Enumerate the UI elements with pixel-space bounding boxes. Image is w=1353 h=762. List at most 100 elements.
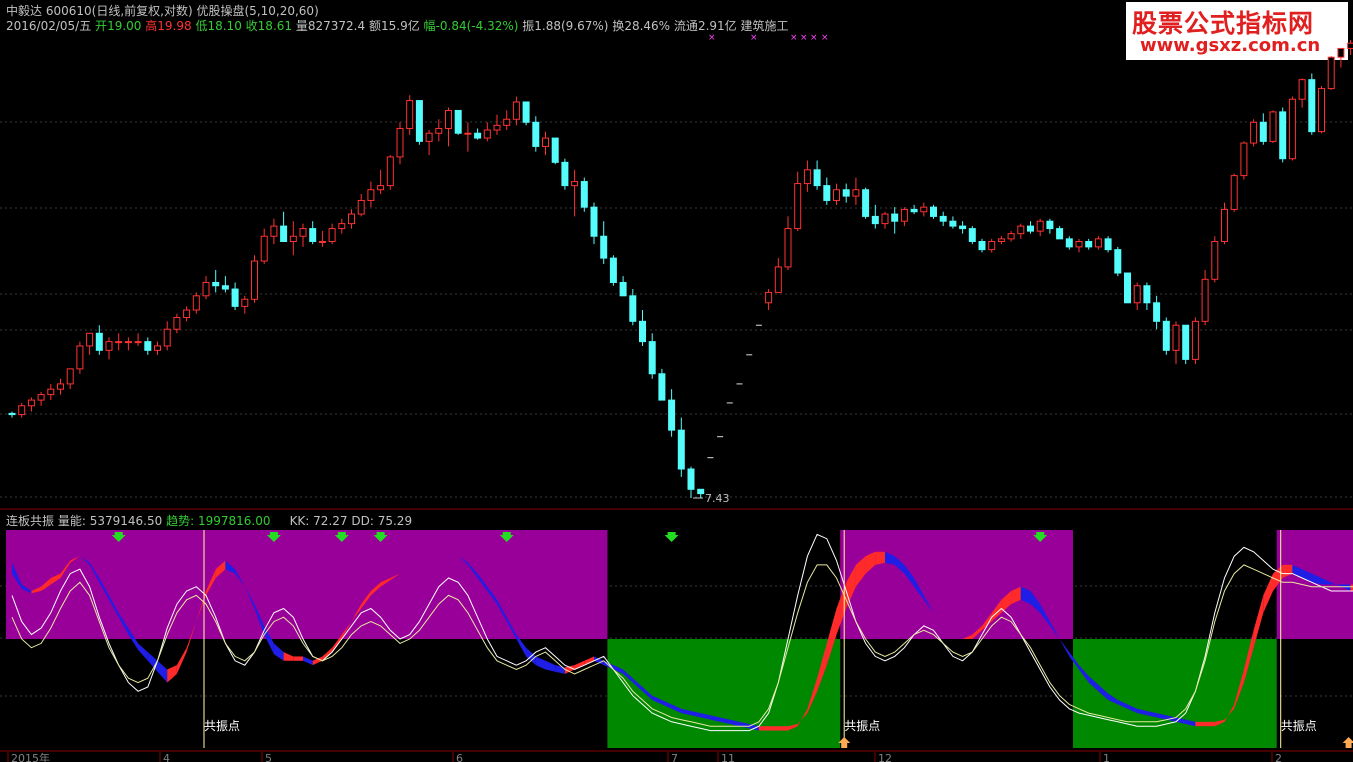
purple-marker: × (810, 33, 818, 43)
candle-down (639, 320, 646, 343)
candle-down (580, 181, 588, 208)
band-up (1195, 721, 1206, 727)
candle-down (949, 220, 957, 227)
purple-marker: × (708, 33, 716, 43)
candle-up (338, 223, 346, 230)
candle-up (1240, 142, 1248, 177)
zone-strong (840, 530, 1073, 639)
candle-down (930, 206, 937, 217)
candle-up (37, 394, 45, 401)
candle-up (765, 291, 773, 304)
candle-up (115, 341, 123, 344)
x-tick-label: 6 (456, 752, 463, 762)
candle-up (997, 238, 1005, 243)
candle-down (280, 225, 288, 243)
x-tick-label: 11 (721, 752, 735, 762)
candle-down (619, 281, 627, 297)
candlestick-series (8, 40, 1353, 498)
x-tick-label: 2015年 (11, 751, 50, 762)
resonance-label: 共振点 (844, 719, 880, 733)
candle-up (183, 309, 191, 318)
candle-up (270, 225, 278, 237)
band-up (1263, 573, 1273, 613)
candle-up (18, 405, 26, 416)
candle-up (1230, 175, 1238, 210)
candle-down (1056, 228, 1064, 240)
candle-up (1250, 121, 1258, 144)
candle-up (988, 241, 996, 251)
candle-up (1221, 208, 1228, 243)
band-up (564, 665, 575, 674)
candle-up (900, 208, 908, 222)
candle-down (8, 412, 16, 416)
zone-strong (6, 530, 608, 639)
candle-up (1211, 241, 1219, 280)
candle-down (668, 399, 676, 431)
x-tick-label: 5 (265, 752, 272, 762)
candle-up (386, 156, 394, 187)
candle-up (803, 169, 811, 185)
arrow-up-icon (1342, 737, 1353, 748)
candle-up (774, 266, 782, 293)
candle-up (1347, 42, 1353, 49)
candle-up (66, 368, 74, 385)
x-tick-label: 4 (163, 752, 170, 762)
band-down (555, 665, 565, 674)
candle-down (813, 169, 821, 187)
candle-down (1046, 220, 1054, 230)
band-up (283, 652, 294, 661)
candle-up (464, 132, 472, 135)
candle-down (231, 288, 239, 307)
candle-up (1172, 324, 1180, 351)
candle-down (522, 101, 530, 123)
band-up (574, 660, 585, 670)
candle-up (76, 345, 84, 370)
candle-up (105, 341, 113, 351)
candle-down (1153, 302, 1161, 322)
candle-down (823, 185, 831, 201)
candle-down (1143, 285, 1151, 304)
candle-up (192, 295, 200, 311)
candle-up (425, 132, 433, 142)
candle-up (1075, 241, 1083, 248)
candle-down (415, 100, 423, 142)
band-down (157, 660, 168, 683)
candle-up (289, 235, 297, 243)
band-down (535, 656, 546, 670)
candle-down (677, 429, 685, 470)
x-tick-label: 1 (1103, 752, 1110, 762)
x-tick-label: 7 (671, 752, 678, 762)
candle-up (124, 341, 132, 344)
candle-down (697, 488, 705, 495)
candle-up (542, 137, 549, 147)
candle-down (939, 215, 947, 222)
candle-up (1269, 111, 1277, 142)
candle-up (1298, 79, 1306, 100)
min-price-label: 7.43 (705, 492, 730, 505)
band-down (594, 656, 604, 666)
candle-down (968, 228, 976, 243)
resonance-label: 共振点 (204, 719, 240, 733)
candle-down (590, 206, 598, 237)
candle-up (483, 129, 491, 139)
candle-up (57, 383, 64, 390)
purple-marker: × (790, 33, 798, 43)
candle-down (891, 213, 899, 222)
band-up (1205, 721, 1215, 727)
candle-up (1017, 225, 1025, 235)
candle-down (609, 257, 617, 283)
purple-marker: × (800, 33, 808, 43)
purple-marker: × (821, 33, 829, 43)
candle-up (1007, 233, 1015, 240)
candle-down (1114, 249, 1122, 274)
band-up (875, 551, 885, 565)
candle-up (251, 260, 258, 300)
candle-down (144, 341, 152, 351)
candle-up (377, 185, 385, 191)
candle-up (435, 127, 443, 134)
chart-canvas[interactable]: 共振点 共振点 共振点 7.43× × × × × × 2015年 4 5 6 7 11 12 1 2 (0, 0, 1353, 762)
chart-markers: 7.43× × × × × × (693, 33, 829, 505)
candle-up (1094, 238, 1102, 248)
candle-down (1124, 272, 1131, 304)
band-up (176, 647, 187, 674)
